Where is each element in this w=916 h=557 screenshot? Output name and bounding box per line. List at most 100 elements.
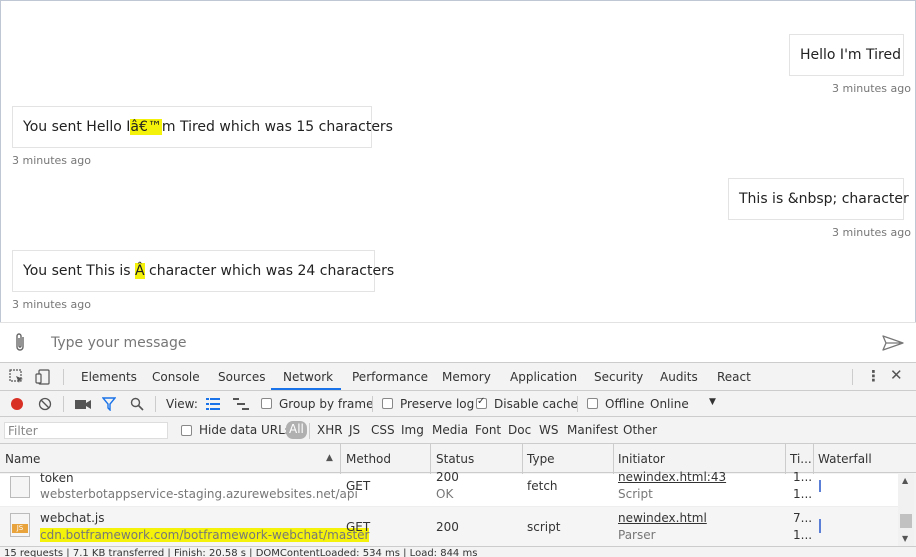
request-host: cdn.botframework.com/botframework-webcha… — [40, 528, 370, 542]
record-icon[interactable] — [11, 398, 23, 410]
filter-type-manifest[interactable]: Manifest — [567, 423, 618, 437]
message-timestamp: 3 minutes ago — [12, 154, 91, 167]
request-name: webchat.js — [40, 511, 105, 525]
tab-network[interactable]: Network — [283, 370, 333, 384]
scroll-thumb[interactable] — [900, 514, 912, 528]
hide-data-urls-checkbox[interactable] — [181, 425, 192, 436]
chat-panel: Hello I'm Tired 3 minutes ago You sent H… — [0, 0, 916, 322]
message-composer: Type your message — [0, 322, 916, 362]
request-time-latency: 1... — [793, 487, 813, 501]
request-initiator-link[interactable]: newindex.html — [618, 511, 707, 525]
filter-type-js[interactable]: JS — [349, 423, 360, 437]
waterfall-view-icon[interactable] — [233, 398, 249, 410]
filter-type-css[interactable]: CSS — [371, 423, 395, 437]
requests-table-header: Name ▲ Method Status Type Initiator Ti..… — [0, 444, 916, 473]
column-header-waterfall[interactable]: Waterfall — [818, 452, 872, 466]
filter-icon[interactable] — [102, 397, 116, 411]
request-method: GET — [346, 520, 371, 534]
filter-type-img[interactable]: Img — [401, 423, 424, 437]
tab-application[interactable]: Application — [510, 370, 577, 384]
network-toolbar: View: Group by frame Preserve log Disabl… — [0, 391, 916, 417]
clear-icon[interactable] — [38, 397, 52, 411]
tab-memory[interactable]: Memory — [442, 370, 491, 384]
request-type: fetch — [527, 479, 558, 493]
large-rows-icon[interactable] — [206, 398, 220, 410]
scroll-up-icon[interactable]: ▲ — [902, 476, 908, 485]
filter-type-font[interactable]: Font — [475, 423, 501, 437]
request-status: 200 — [436, 520, 459, 534]
screenshot-camera-icon[interactable] — [75, 398, 91, 410]
document-icon — [10, 476, 30, 498]
network-status-bar: 15 requests | 7.1 KB transferred | Finis… — [0, 546, 916, 557]
request-initiator-link[interactable]: newindex.html:43 — [618, 470, 726, 484]
bot-message: You sent Hello Iâ€™m Tired which was 15 … — [12, 106, 393, 148]
devtools-tab-bar: Elements Console Sources Network Perform… — [0, 363, 916, 391]
sort-ascending-icon[interactable]: ▲ — [326, 453, 333, 463]
filter-type-xhr[interactable]: XHR — [317, 423, 343, 437]
request-name: token — [40, 471, 74, 485]
view-label: View: — [166, 397, 198, 411]
devtools-panel: Elements Console Sources Network Perform… — [0, 362, 916, 557]
tab-sources[interactable]: Sources — [218, 370, 265, 384]
paperclip-icon[interactable] — [12, 332, 28, 354]
message-text-suffix: m Tired which was 15 characters — [161, 119, 393, 135]
request-time-latency: 1... — [793, 528, 813, 542]
tab-audits[interactable]: Audits — [660, 370, 698, 384]
tab-security[interactable]: Security — [594, 370, 643, 384]
column-header-status[interactable]: Status — [436, 452, 474, 466]
chevron-down-icon[interactable]: ▼ — [709, 397, 716, 407]
filter-input[interactable]: Filter — [4, 422, 168, 439]
close-icon[interactable]: ✕ — [890, 366, 903, 384]
column-header-time[interactable]: Ti... — [790, 452, 812, 466]
filter-type-other[interactable]: Other — [623, 423, 657, 437]
device-toolbar-icon[interactable] — [35, 369, 51, 385]
column-header-method[interactable]: Method — [346, 452, 391, 466]
preserve-log-checkbox[interactable] — [382, 398, 393, 409]
message-text: Hello I'm Tired — [800, 47, 901, 63]
message-input[interactable]: Type your message — [51, 335, 186, 351]
message-text-prefix: You sent Hello I — [23, 119, 131, 135]
table-row[interactable]: token websterbotappservice-staging.azure… — [0, 470, 898, 507]
waterfall-bar — [819, 480, 821, 492]
request-type: script — [527, 520, 561, 534]
request-method: GET — [346, 479, 371, 493]
preserve-log-label: Preserve log — [400, 397, 475, 411]
tab-performance[interactable]: Performance — [352, 370, 428, 384]
filter-type-media[interactable]: Media — [432, 423, 468, 437]
filter-bar: Filter Hide data URLs All XHR JS CSS Img… — [0, 417, 916, 444]
highlighted-text: Â — [135, 263, 145, 279]
scroll-down-icon[interactable]: ▼ — [902, 534, 908, 543]
search-icon[interactable] — [130, 397, 144, 411]
highlighted-text: â€™ — [130, 119, 162, 135]
send-icon[interactable] — [882, 335, 904, 351]
column-header-initiator[interactable]: Initiator — [618, 452, 665, 466]
message-text: This is &nbsp; character — [739, 191, 909, 207]
filter-type-doc[interactable]: Doc — [508, 423, 531, 437]
message-timestamp: 3 minutes ago — [12, 298, 91, 311]
column-header-type[interactable]: Type — [527, 452, 555, 466]
tab-react[interactable]: React — [717, 370, 751, 384]
request-host: websterbotappservice-staging.azurewebsit… — [40, 487, 358, 501]
js-file-icon: JS — [10, 513, 30, 537]
filter-type-ws[interactable]: WS — [539, 423, 558, 437]
active-tab-indicator — [271, 388, 341, 390]
request-initiator-type: Script — [618, 487, 653, 501]
request-status-text: OK — [436, 487, 454, 501]
more-options-icon[interactable]: ⋮ — [866, 367, 881, 385]
waterfall-bar — [819, 519, 821, 533]
tab-console[interactable]: Console — [152, 370, 200, 384]
hide-data-urls-label: Hide data URLs — [199, 423, 292, 437]
scrollbar[interactable]: ▲ ▼ — [898, 474, 914, 547]
disable-cache-label: Disable cache — [494, 397, 578, 411]
disable-cache-checkbox[interactable] — [476, 396, 487, 409]
user-message: This is &nbsp; character — [728, 178, 909, 220]
throttling-select[interactable]: Online — [650, 397, 689, 411]
inspect-element-icon[interactable] — [9, 369, 25, 385]
filter-placeholder: Filter — [8, 424, 38, 438]
column-header-name[interactable]: Name — [5, 452, 40, 466]
filter-type-all[interactable]: All — [286, 421, 307, 439]
offline-checkbox[interactable] — [587, 398, 598, 409]
group-by-frame-checkbox[interactable] — [261, 398, 272, 409]
table-row[interactable]: JS webchat.js cdn.botframework.com/botfr… — [0, 507, 898, 547]
tab-elements[interactable]: Elements — [81, 370, 137, 384]
